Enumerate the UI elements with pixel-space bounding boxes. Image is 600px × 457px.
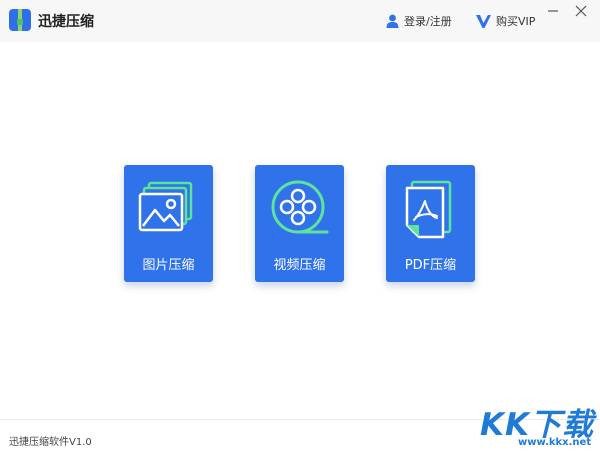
- video-compress-label: 视频压缩: [273, 258, 326, 273]
- film-reel-icon: [271, 180, 329, 234]
- image-compress-label: 图片压缩: [142, 258, 195, 273]
- buy-vip-link[interactable]: 购买VIP: [476, 12, 535, 30]
- pdf-compress-button[interactable]: PDF压缩: [386, 165, 475, 282]
- title-bar: 迅捷压缩 登录/注册 购买VIP: [0, 0, 600, 42]
- video-compress-button[interactable]: 视频压缩: [255, 165, 344, 282]
- pdf-document-icon: [405, 180, 452, 239]
- app-title: 迅捷压缩: [38, 14, 94, 30]
- app-logo-icon: [9, 9, 31, 31]
- image-compress-button[interactable]: 图片压缩: [124, 165, 213, 282]
- minimize-icon[interactable]: [545, 3, 561, 19]
- watermark-url: www.kkx.net: [518, 437, 592, 448]
- image-icon: [138, 181, 193, 232]
- site-watermark: KK下载 www.kkx.net: [478, 399, 596, 454]
- version-label: 迅捷压缩软件V1.0: [9, 437, 92, 448]
- buy-vip-label: 购买VIP: [496, 15, 536, 28]
- user-icon: [386, 14, 399, 28]
- login-register-link[interactable]: 登录/注册: [386, 12, 452, 30]
- close-icon[interactable]: [573, 3, 589, 19]
- login-register-label: 登录/注册: [404, 15, 452, 28]
- vip-v-icon: [476, 14, 491, 28]
- pdf-compress-label: PDF压缩: [404, 258, 457, 273]
